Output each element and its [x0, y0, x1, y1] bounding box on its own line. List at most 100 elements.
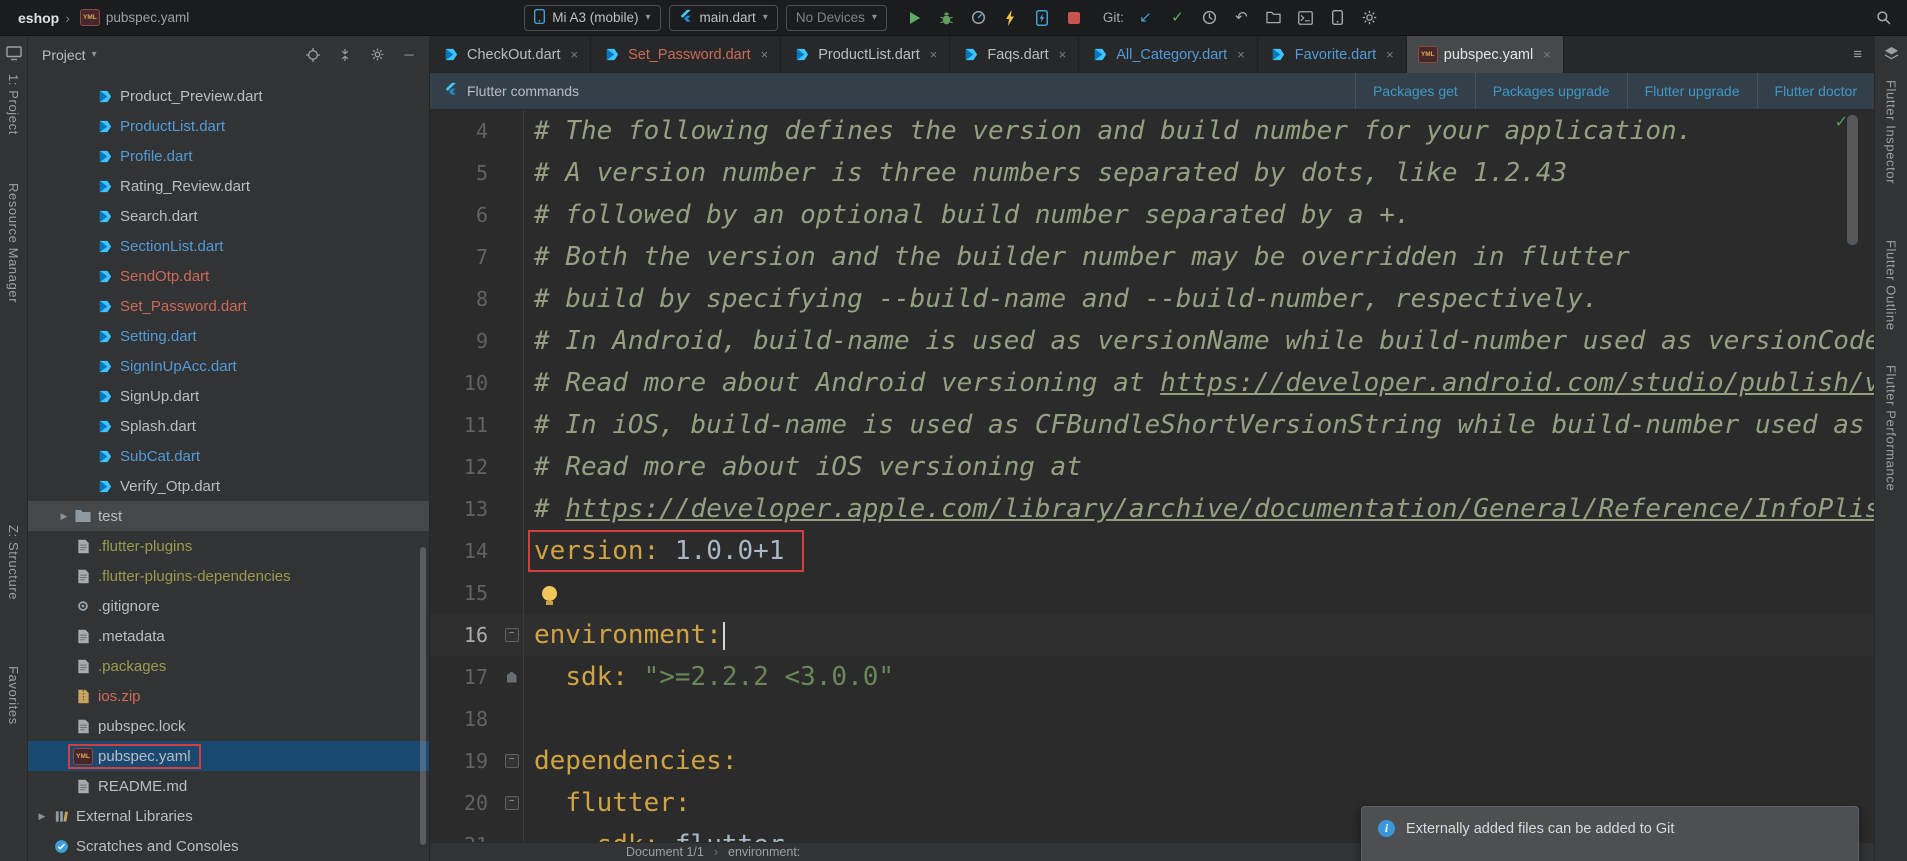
- flutter-action-flutter-doctor[interactable]: Flutter doctor: [1757, 73, 1874, 109]
- project-scrollbar[interactable]: [420, 547, 426, 845]
- locate-file-icon[interactable]: [305, 47, 321, 63]
- layers-icon[interactable]: [1884, 46, 1899, 64]
- code-editor[interactable]: ✓ 4# The following defines the version a…: [430, 110, 1874, 842]
- code-line-7[interactable]: 7# Both the version and the builder numb…: [430, 236, 1874, 278]
- hide-panel-icon[interactable]: ─: [401, 47, 417, 63]
- tool-button-1-project[interactable]: 1: Project: [6, 74, 21, 135]
- tree-item-ios-zip[interactable]: ios.zip: [28, 681, 429, 711]
- device-manager-button[interactable]: [1324, 6, 1351, 30]
- collapse-all-icon[interactable]: [337, 47, 353, 63]
- tree-expand-arrow-icon[interactable]: ▶: [56, 511, 72, 522]
- close-tab-icon[interactable]: ×: [1543, 47, 1551, 62]
- fold-marker-icon[interactable]: −: [505, 628, 519, 642]
- tree-item-set-password-dart[interactable]: Set_Password.dart: [28, 291, 429, 321]
- intention-bulb-icon[interactable]: [542, 586, 557, 601]
- devtools-button[interactable]: [1029, 6, 1056, 30]
- search-everywhere-button[interactable]: [1870, 6, 1897, 30]
- debug-button[interactable]: [933, 6, 960, 30]
- tree-item-sectionlist-dart[interactable]: SectionList.dart: [28, 231, 429, 261]
- flutter-action-flutter-upgrade[interactable]: Flutter upgrade: [1627, 73, 1757, 109]
- fold-end-icon[interactable]: [507, 672, 517, 683]
- tab-checkout-dart[interactable]: CheckOut.dart×: [430, 36, 591, 73]
- editor-scrollbar[interactable]: [1847, 115, 1858, 245]
- tab-pubspec-yaml[interactable]: YMLpubspec.yaml×: [1407, 36, 1564, 73]
- breadcrumb-document[interactable]: Document 1/1: [626, 845, 704, 859]
- tree-item-flutter-plugins[interactable]: .flutter-plugins: [28, 531, 429, 561]
- tree-item-signup-dart[interactable]: SignUp.dart: [28, 381, 429, 411]
- window-project-name[interactable]: eshop: [18, 10, 59, 26]
- tool-button-flutter-outline[interactable]: Flutter Outline: [1884, 240, 1899, 331]
- tree-item-sendotp-dart[interactable]: SendOtp.dart: [28, 261, 429, 291]
- code-line-11[interactable]: 11# In iOS, build-name is used as CFBund…: [430, 404, 1874, 446]
- tree-item-test[interactable]: ▶test: [28, 501, 429, 531]
- code-line-8[interactable]: 8# build by specifying --build-name and …: [430, 278, 1874, 320]
- comment-link[interactable]: https://developer.apple.com/library/arch…: [565, 494, 1874, 524]
- code-line-12[interactable]: 12# Read more about iOS versioning at: [430, 446, 1874, 488]
- run-config-dropdown[interactable]: main.dart ▾: [669, 5, 778, 31]
- code-line-9[interactable]: 9# In Android, build-name is used as ver…: [430, 320, 1874, 362]
- gear-icon[interactable]: [369, 47, 385, 63]
- tree-item-setting-dart[interactable]: Setting.dart: [28, 321, 429, 351]
- run-button[interactable]: [901, 6, 928, 30]
- code-line-5[interactable]: 5# A version number is three numbers sep…: [430, 152, 1874, 194]
- tab-faqs-dart[interactable]: Faqs.dart×: [950, 36, 1079, 73]
- hot-reload-button[interactable]: [997, 6, 1024, 30]
- flutter-action-packages-upgrade[interactable]: Packages upgrade: [1475, 73, 1627, 109]
- history-button[interactable]: [1196, 6, 1223, 30]
- tree-item-scratches-and-consoles[interactable]: Scratches and Consoles: [28, 831, 429, 861]
- close-tab-icon[interactable]: ×: [571, 47, 579, 62]
- tree-item-product-preview-dart[interactable]: Product_Preview.dart: [28, 81, 429, 111]
- notification-popup[interactable]: Externally added files can be added to G…: [1361, 806, 1859, 861]
- device-selector-dropdown[interactable]: Mi A3 (mobile) ▾: [524, 5, 660, 31]
- tree-item-pubspec-yaml[interactable]: YMLpubspec.yaml: [28, 741, 429, 771]
- tree-item-readme-md[interactable]: README.md: [28, 771, 429, 801]
- tree-item-profile-dart[interactable]: Profile.dart: [28, 141, 429, 171]
- tree-item-flutter-plugins-dependencies[interactable]: .flutter-plugins-dependencies: [28, 561, 429, 591]
- tab-all-category-dart[interactable]: All_Category.dart×: [1079, 36, 1258, 73]
- tab-productlist-dart[interactable]: ProductList.dart×: [781, 36, 950, 73]
- tree-item-signinupacc-dart[interactable]: SignInUpAcc.dart: [28, 351, 429, 381]
- tool-button-z-structure[interactable]: Z: Structure: [6, 525, 21, 600]
- code-line-16[interactable]: 16−environment:: [430, 614, 1874, 656]
- close-tab-icon[interactable]: ×: [1237, 47, 1245, 62]
- project-tool-icon[interactable]: [6, 46, 22, 64]
- tree-item-search-dart[interactable]: Search.dart: [28, 201, 429, 231]
- tool-button-favorites[interactable]: Favorites: [6, 666, 21, 725]
- tree-item-verify-otp-dart[interactable]: Verify_Otp.dart: [28, 471, 429, 501]
- commit-button[interactable]: ✓: [1164, 6, 1191, 30]
- inspection-status-icon[interactable]: ✓: [1835, 112, 1848, 132]
- code-line-4[interactable]: 4# The following defines the version and…: [430, 110, 1874, 152]
- tree-expand-arrow-icon[interactable]: ▶: [34, 811, 50, 822]
- flutter-action-packages-get[interactable]: Packages get: [1355, 73, 1475, 109]
- tree-item-gitignore[interactable]: .gitignore: [28, 591, 429, 621]
- settings-button[interactable]: [1356, 6, 1383, 30]
- code-line-10[interactable]: 10# Read more about Android versioning a…: [430, 362, 1874, 404]
- tree-item-subcat-dart[interactable]: SubCat.dart: [28, 441, 429, 471]
- tree-item-pubspec-lock[interactable]: pubspec.lock: [28, 711, 429, 741]
- code-line-13[interactable]: 13# https://developer.apple.com/library/…: [430, 488, 1874, 530]
- update-project-button[interactable]: ↙: [1132, 6, 1159, 30]
- breadcrumb-context[interactable]: environment:: [728, 845, 800, 859]
- code-line-17[interactable]: 17 sdk: ">=2.2.2 <3.0.0": [430, 656, 1874, 698]
- tree-item-external-libraries[interactable]: ▶External Libraries: [28, 801, 429, 831]
- rollback-button[interactable]: ↶: [1228, 6, 1255, 30]
- code-line-6[interactable]: 6# followed by an optional build number …: [430, 194, 1874, 236]
- tree-item-rating-review-dart[interactable]: Rating_Review.dart: [28, 171, 429, 201]
- tree-item-packages[interactable]: .packages: [28, 651, 429, 681]
- fold-marker-icon[interactable]: −: [505, 796, 519, 810]
- project-view-selector[interactable]: Project ▾: [42, 47, 97, 63]
- tree-item-splash-dart[interactable]: Splash.dart: [28, 411, 429, 441]
- tool-button-flutter-inspector[interactable]: Flutter Inspector: [1884, 80, 1899, 184]
- stop-button[interactable]: [1061, 6, 1088, 30]
- device-status-dropdown[interactable]: No Devices ▾: [786, 5, 887, 31]
- close-tab-icon[interactable]: ×: [930, 47, 938, 62]
- terminal-button[interactable]: [1292, 6, 1319, 30]
- window-file-name[interactable]: pubspec.yaml: [106, 10, 189, 25]
- tab-list-icon[interactable]: ≡: [1853, 36, 1874, 73]
- tree-item-productlist-dart[interactable]: ProductList.dart: [28, 111, 429, 141]
- project-folder-button[interactable]: [1260, 6, 1287, 30]
- tree-item-metadata[interactable]: .metadata: [28, 621, 429, 651]
- tool-button-flutter-performance[interactable]: Flutter Performance: [1884, 365, 1899, 491]
- tab-favorite-dart[interactable]: Favorite.dart×: [1258, 36, 1407, 73]
- profiler-button[interactable]: [965, 6, 992, 30]
